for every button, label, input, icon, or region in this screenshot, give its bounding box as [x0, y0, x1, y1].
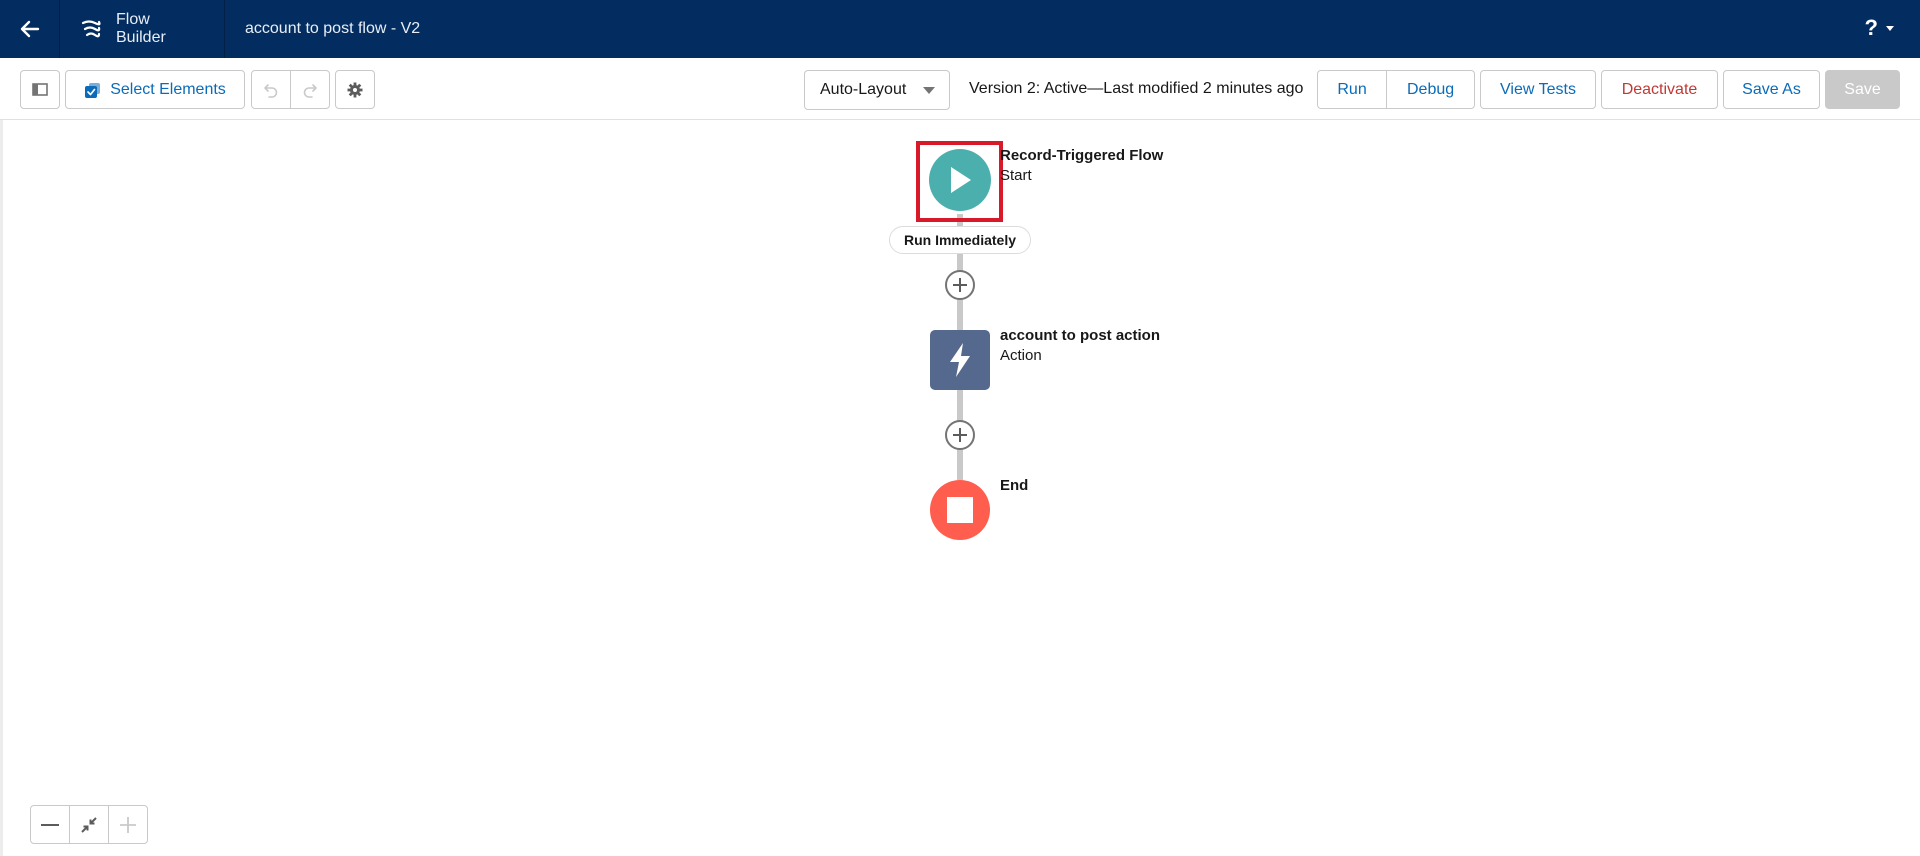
- action-node-subtitle: Action: [1000, 347, 1042, 364]
- save-as-button[interactable]: Save As: [1723, 70, 1820, 109]
- plus-icon: [953, 428, 967, 442]
- run-debug-group: Run Debug: [1317, 70, 1475, 109]
- debug-button[interactable]: Debug: [1386, 71, 1474, 108]
- redo-button[interactable]: [290, 71, 329, 108]
- plus-icon: [953, 278, 967, 292]
- start-node-subtitle: Start: [1000, 167, 1032, 184]
- end-node[interactable]: [930, 480, 990, 540]
- flow-settings-button[interactable]: [335, 70, 375, 109]
- fit-to-screen-icon: [81, 816, 97, 833]
- gear-icon: [347, 82, 363, 97]
- panel-toggle-icon: [32, 83, 48, 96]
- toggle-panel-button[interactable]: [20, 70, 60, 109]
- canvas-edge: [0, 120, 3, 856]
- help-icon: ?: [1864, 15, 1878, 40]
- flow-title: account to post flow - V2: [245, 20, 421, 37]
- end-node-label: End: [1000, 476, 1028, 496]
- select-elements-button[interactable]: Select Elements: [65, 70, 245, 109]
- zoom-controls: [30, 805, 148, 844]
- action-node-title: account to post action: [1000, 327, 1161, 344]
- zoom-in-button[interactable]: [108, 806, 147, 843]
- select-elements-label: Select Elements: [110, 80, 226, 98]
- action-node-label: account to post action Action: [1000, 326, 1160, 366]
- fit-to-screen-button[interactable]: [69, 806, 108, 843]
- view-tests-button[interactable]: View Tests: [1480, 70, 1596, 109]
- version-status: Version 2: Active—Last modified 2 minute…: [969, 80, 1304, 97]
- app-name: Flow Builder: [116, 11, 166, 46]
- select-elements-icon: [84, 82, 101, 98]
- start-node[interactable]: [929, 149, 991, 211]
- save-button: Save: [1825, 70, 1900, 109]
- end-node-title: End: [1000, 477, 1029, 494]
- action-node[interactable]: [930, 330, 990, 390]
- lightning-icon: [950, 343, 970, 377]
- chevron-down-icon: [923, 87, 935, 94]
- deactivate-button[interactable]: Deactivate: [1601, 70, 1718, 109]
- undo-button[interactable]: [252, 71, 290, 108]
- toolbar: Select Elements Auto-Layout Version 2: A…: [0, 58, 1920, 120]
- path-label-run-immediately[interactable]: Run Immediately: [889, 226, 1031, 254]
- chevron-down-icon: [1886, 25, 1894, 31]
- back-button[interactable]: [0, 0, 60, 58]
- start-node-label: Record-Triggered Flow Start: [1000, 146, 1163, 186]
- add-element-button[interactable]: [945, 270, 975, 300]
- zoom-out-button[interactable]: [31, 806, 69, 843]
- flow-canvas[interactable]: Record-Triggered Flow Start Run Immediat…: [0, 120, 1920, 856]
- stop-icon: [947, 497, 973, 523]
- play-icon: [951, 167, 971, 193]
- layout-mode-select[interactable]: Auto-Layout: [804, 70, 950, 110]
- minus-icon: [41, 823, 59, 826]
- add-element-button[interactable]: [945, 420, 975, 450]
- app-header: Flow Builder account to post flow - V2 ?: [0, 0, 1920, 58]
- run-button[interactable]: Run: [1318, 71, 1386, 108]
- undo-redo-group: [251, 70, 330, 109]
- help-menu-button[interactable]: ?: [1865, 17, 1894, 39]
- app-brand: Flow Builder: [60, 0, 225, 58]
- redo-icon: [303, 83, 317, 98]
- arrow-left-icon: [20, 20, 39, 38]
- plus-icon: [120, 816, 136, 833]
- flow-builder-icon: [81, 20, 101, 38]
- undo-icon: [264, 83, 278, 98]
- layout-mode-value: Auto-Layout: [820, 81, 907, 98]
- start-node-title: Record-Triggered Flow: [1000, 147, 1164, 164]
- connector: [957, 214, 963, 226]
